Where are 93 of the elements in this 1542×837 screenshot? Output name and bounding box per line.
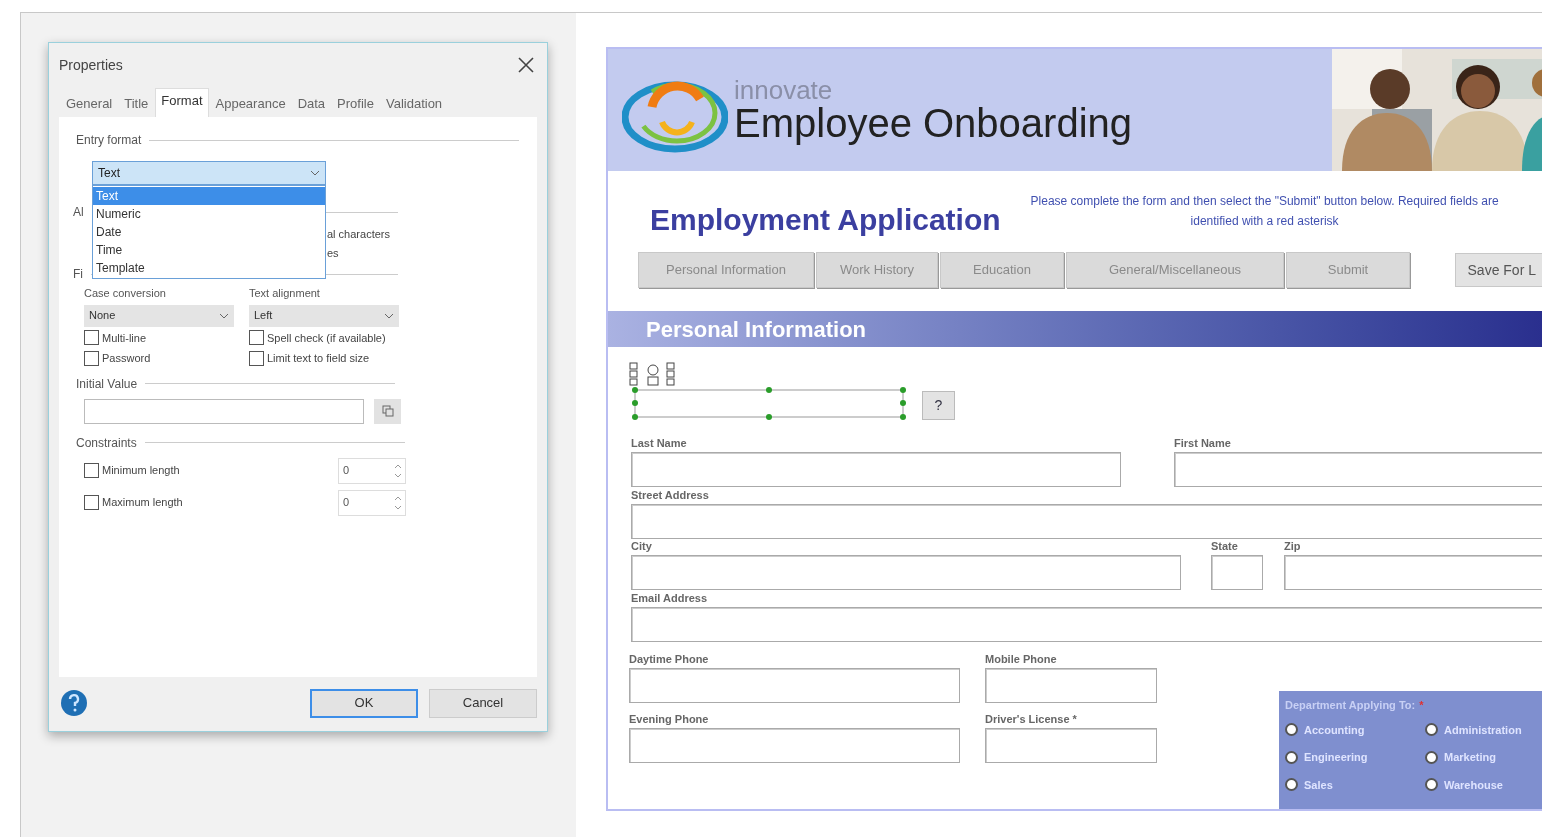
dropdown[interactable]: Left bbox=[249, 304, 399, 327]
help-button[interactable]: ? bbox=[922, 391, 955, 420]
input-field[interactable] bbox=[985, 728, 1157, 763]
radio-label: Marketing bbox=[1444, 750, 1496, 765]
field-label: Evening Phone bbox=[629, 712, 710, 726]
radio-button[interactable] bbox=[1285, 723, 1298, 737]
radio-button[interactable] bbox=[1285, 778, 1298, 792]
tab[interactable]: Data bbox=[292, 93, 331, 117]
radio-button[interactable] bbox=[1285, 750, 1298, 764]
checkbox-label: Maximum length bbox=[102, 495, 184, 511]
checkbox-label: Password bbox=[102, 351, 151, 366]
field-label: Driver's License * bbox=[985, 712, 1078, 726]
field-label: City bbox=[631, 539, 653, 553]
tab[interactable]: Profile bbox=[332, 93, 379, 117]
input-field[interactable] bbox=[631, 555, 1181, 590]
tab[interactable]: General bbox=[61, 93, 118, 117]
dialog-button[interactable]: OK bbox=[310, 688, 418, 718]
field-label: Case conversion bbox=[84, 286, 167, 301]
radio-label: Warehouse bbox=[1444, 777, 1503, 793]
checkbox-label: es bbox=[327, 246, 339, 261]
field-label: State bbox=[1211, 539, 1239, 553]
field-label: Email Address bbox=[631, 591, 708, 605]
radio-button[interactable] bbox=[1425, 750, 1438, 764]
group-label: Constraints bbox=[76, 434, 137, 452]
close-icon[interactable] bbox=[517, 56, 535, 74]
chevron-icon bbox=[384, 312, 394, 319]
format-dropdown[interactable]: Text bbox=[92, 161, 326, 185]
field-label: Daytime Phone bbox=[629, 652, 710, 666]
group-label: Al bbox=[73, 204, 84, 221]
checkbox[interactable] bbox=[84, 495, 99, 510]
checkbox-label: Spell check (if available) bbox=[267, 330, 386, 346]
banner-title: Employee Onboarding bbox=[734, 103, 1133, 143]
field-label: First Name bbox=[1174, 436, 1232, 450]
help-icon[interactable] bbox=[59, 688, 89, 718]
checkbox-label: Limit text to field size bbox=[267, 351, 370, 366]
input-field[interactable] bbox=[985, 668, 1157, 703]
dropdown-option[interactable]: Time bbox=[93, 241, 325, 259]
radio-button[interactable] bbox=[1425, 778, 1438, 792]
picker-button[interactable] bbox=[374, 398, 401, 424]
input-field[interactable] bbox=[1174, 452, 1542, 487]
field-label: Mobile Phone bbox=[985, 652, 1058, 666]
group-label: Initial Value bbox=[76, 375, 138, 393]
tab[interactable]: Appearance bbox=[210, 93, 291, 117]
dropdown-option[interactable]: Template bbox=[93, 259, 325, 277]
form-heading: Employment Application bbox=[650, 205, 1001, 235]
checkbox[interactable] bbox=[249, 350, 264, 366]
window-title: Properties bbox=[59, 55, 123, 75]
group-label: Fi bbox=[73, 266, 83, 283]
group-label: Entry format bbox=[76, 132, 142, 149]
spin-field[interactable]: 0 bbox=[338, 489, 406, 516]
brand-name: innovate bbox=[734, 77, 834, 103]
tab[interactable]: Validation bbox=[380, 93, 448, 117]
field-label: Zip bbox=[1284, 539, 1302, 553]
section-header: Personal Information bbox=[608, 311, 1542, 347]
input-field[interactable] bbox=[629, 728, 960, 763]
radio-label: Accounting bbox=[1304, 722, 1365, 738]
required-mark: * bbox=[1419, 698, 1424, 713]
checkbox[interactable] bbox=[84, 350, 99, 366]
radio-button[interactable] bbox=[1425, 723, 1438, 737]
input-field[interactable] bbox=[1211, 555, 1263, 590]
checkbox-label: Multi-line bbox=[102, 330, 146, 346]
field-label: Text alignment bbox=[249, 286, 321, 301]
radio-label: Engineering bbox=[1304, 750, 1368, 765]
input-field[interactable] bbox=[631, 607, 1542, 642]
checkbox[interactable] bbox=[84, 463, 99, 478]
input-field[interactable] bbox=[631, 452, 1121, 487]
dropdown-option[interactable]: Numeric bbox=[93, 205, 325, 223]
copy-icon bbox=[381, 405, 394, 417]
dropdown[interactable]: None bbox=[84, 304, 234, 327]
alignment-handles-icon[interactable] bbox=[628, 361, 678, 387]
tab[interactable]: Title bbox=[119, 93, 154, 117]
chevron-icon bbox=[219, 312, 229, 319]
radio-label: Administration bbox=[1444, 722, 1522, 738]
input-field[interactable] bbox=[631, 504, 1542, 539]
checkbox-label: al characters bbox=[327, 227, 390, 242]
input-field[interactable] bbox=[629, 668, 960, 703]
save-button[interactable]: Save For L bbox=[1454, 253, 1542, 287]
field-label: Street Address bbox=[631, 488, 710, 502]
chevron-icon bbox=[310, 170, 320, 176]
selected-field[interactable] bbox=[632, 387, 906, 420]
checkbox[interactable] bbox=[249, 330, 264, 346]
field-label: Last Name bbox=[631, 436, 688, 450]
radio-label: Sales bbox=[1304, 777, 1333, 793]
dialog-button[interactable]: Cancel bbox=[429, 688, 537, 718]
checkbox-label: Minimum length bbox=[102, 463, 181, 479]
dropdown-option[interactable]: Date bbox=[93, 223, 325, 241]
instructions-text: Please complete the form and then select the "Submit" button below. Required fields are identified with a red asterisk bbox=[1029, 193, 1500, 230]
tab[interactable]: Format bbox=[155, 87, 209, 118]
field-label: Department Applying To: bbox=[1285, 698, 1416, 713]
input-field[interactable] bbox=[1284, 555, 1542, 590]
input-field[interactable] bbox=[84, 398, 364, 424]
spin-field[interactable]: 0 bbox=[338, 457, 406, 484]
checkbox[interactable] bbox=[84, 330, 99, 346]
